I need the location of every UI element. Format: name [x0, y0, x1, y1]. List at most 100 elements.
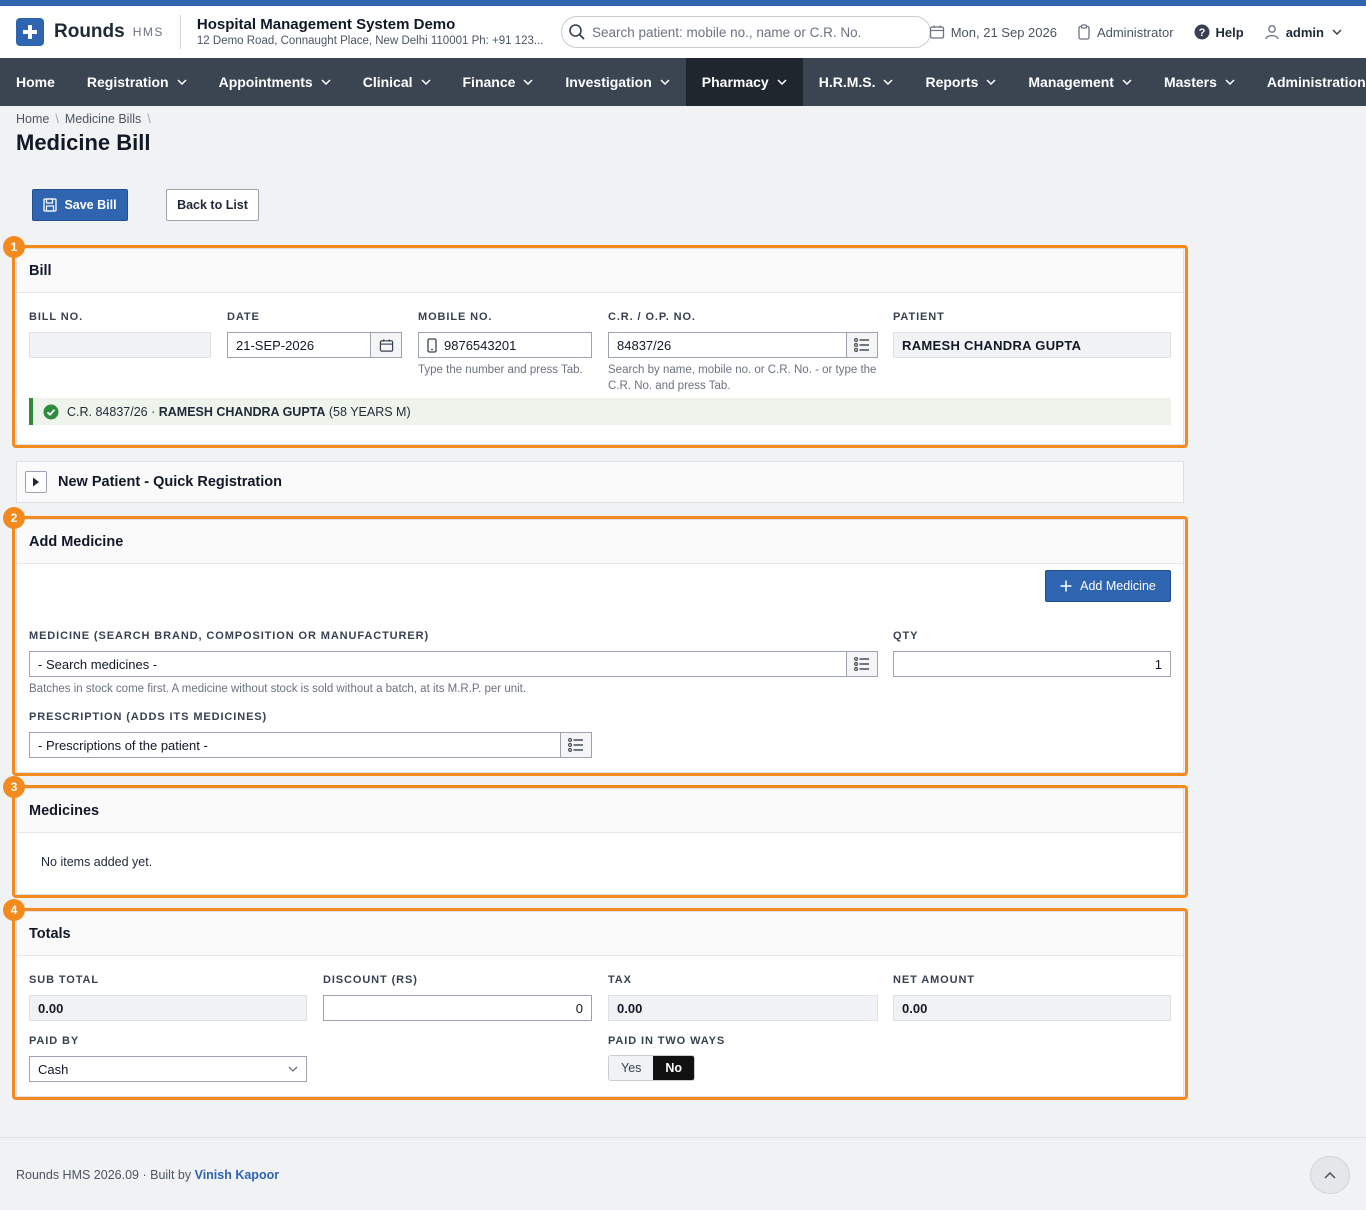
chevron-down-icon — [321, 79, 331, 85]
list-icon — [854, 338, 869, 352]
step-badge-4: 4 — [3, 899, 25, 921]
patient-search[interactable] — [561, 16, 931, 48]
nav-label[interactable]: Pharmacy — [702, 74, 769, 90]
prescription-list-button[interactable] — [560, 732, 592, 758]
nav-label[interactable]: Administration — [1267, 74, 1366, 90]
back-to-list-button[interactable]: Back to List — [166, 189, 259, 221]
nav-item-hrms[interactable]: H.R.M.S. — [803, 58, 910, 106]
nav-item-administration[interactable]: Administration — [1251, 58, 1366, 106]
nav-label[interactable]: Home — [16, 74, 55, 90]
prescription-field[interactable]: - Prescriptions of the patient - — [29, 732, 561, 758]
step-badge-1: 1 — [3, 236, 25, 258]
discount-value[interactable]: 0 — [576, 1001, 583, 1016]
tax-label: TAX — [608, 974, 632, 986]
nav-item-management[interactable]: Management — [1012, 58, 1148, 106]
medicine-search-field[interactable]: - Search medicines - — [29, 651, 847, 677]
breadcrumb-home[interactable]: Home — [16, 112, 49, 126]
nav-label[interactable]: Management — [1028, 74, 1114, 90]
footer-author-link[interactable]: Vinish Kapoor — [195, 1168, 280, 1182]
nav-item-appointments[interactable]: Appointments — [203, 58, 347, 106]
breadcrumb-medicine-bills[interactable]: Medicine Bills — [65, 112, 141, 126]
medicine-list-button[interactable] — [846, 651, 878, 677]
nav-item-clinical[interactable]: Clinical — [347, 58, 447, 106]
discount-field[interactable]: 0 — [323, 995, 592, 1021]
nav-item-home[interactable]: Home — [0, 58, 71, 106]
confirm-cr: C.R. 84837/26 · — [67, 404, 156, 419]
toggle-yes[interactable]: Yes — [609, 1056, 654, 1080]
list-icon — [568, 738, 583, 752]
help-text[interactable]: Help — [1216, 25, 1244, 40]
mobile-field[interactable]: 9876543201 — [418, 332, 592, 358]
user-menu[interactable]: admin — [1264, 24, 1348, 40]
cr-field[interactable]: 84837/26 — [608, 332, 847, 358]
nav-label[interactable]: Appointments — [219, 74, 313, 90]
nav-item-reports[interactable]: Reports — [909, 58, 1012, 106]
back-to-list-label[interactable]: Back to List — [177, 198, 248, 212]
plus-icon — [1060, 580, 1072, 592]
date-text: Mon, 21 Sep 2026 — [950, 24, 1057, 40]
quick-registration-panel[interactable]: New Patient - Quick Registration — [16, 461, 1184, 503]
nav-item-finance[interactable]: Finance — [447, 58, 550, 106]
nav-item-investigation[interactable]: Investigation — [549, 58, 685, 106]
nav-item-masters[interactable]: Masters — [1148, 58, 1251, 106]
date-value[interactable]: 21-SEP-2026 — [236, 338, 314, 353]
tax-value: 0.00 — [617, 1000, 643, 1016]
save-bill-button[interactable]: Save Bill — [32, 189, 128, 221]
add-medicine-button[interactable]: Add Medicine — [1045, 570, 1171, 602]
chevron-down-icon — [1332, 29, 1342, 35]
mobile-value[interactable]: 9876543201 — [444, 338, 516, 353]
prescription-placeholder[interactable]: - Prescriptions of the patient - — [38, 738, 208, 753]
sub-total-field: 0.00 — [29, 995, 307, 1021]
svg-text:?: ? — [1198, 27, 1205, 39]
brand-name[interactable]: Rounds — [54, 21, 125, 43]
cr-list-button[interactable] — [846, 332, 878, 358]
nav-label[interactable]: Registration — [87, 74, 169, 90]
nav-label[interactable]: H.R.M.S. — [819, 74, 876, 90]
paid-two-ways-toggle[interactable]: Yes No — [608, 1055, 696, 1081]
user-name[interactable]: admin — [1286, 25, 1324, 40]
add-medicine-label[interactable]: Add Medicine — [1080, 579, 1156, 593]
help-link[interactable]: ? Help — [1194, 24, 1244, 40]
hospital-info: Hospital Management System Demo 12 Demo … — [197, 16, 557, 49]
date-field[interactable]: 21-SEP-2026 — [227, 332, 371, 358]
medicines-empty-text: No items added yet. — [41, 855, 153, 869]
two-ways-label: PAID IN TWO WAYS — [608, 1035, 726, 1047]
chevron-down-icon — [1122, 79, 1132, 85]
sub-total-label: SUB TOTAL — [29, 974, 100, 986]
quick-registration-title[interactable]: New Patient - Quick Registration — [58, 474, 282, 490]
qty-value[interactable]: 1 — [1155, 657, 1162, 672]
header-role: Administrator — [1077, 24, 1174, 40]
nav-item-registration[interactable]: Registration — [71, 58, 203, 106]
nav-label[interactable]: Masters — [1164, 74, 1217, 90]
paid-by-value[interactable]: Cash — [38, 1062, 68, 1077]
qty-label: QTY — [893, 630, 919, 642]
save-icon — [43, 198, 58, 212]
medicine-hint: Batches in stock come first. A medicine … — [29, 683, 527, 695]
qty-field[interactable]: 1 — [893, 651, 1171, 677]
nav-label[interactable]: Clinical — [363, 74, 413, 90]
chevron-down-icon — [883, 79, 894, 85]
patient-label: PATIENT — [893, 311, 945, 323]
toggle-no[interactable]: No — [653, 1056, 695, 1080]
nav-label[interactable]: Investigation — [565, 74, 651, 90]
nav-label[interactable]: Finance — [463, 74, 516, 90]
medicines-title: Medicines — [17, 789, 1183, 833]
nav-item-pharmacy[interactable]: Pharmacy — [685, 58, 803, 106]
scroll-to-top-button[interactable] — [1310, 1156, 1350, 1194]
list-icon — [854, 657, 869, 671]
medicine-placeholder[interactable]: - Search medicines - — [38, 657, 157, 672]
confirm-name: RAMESH CHANDRA GUPTA — [158, 404, 326, 419]
nav-label[interactable]: Reports — [925, 74, 978, 90]
expand-button[interactable] — [25, 471, 47, 493]
paid-by-select[interactable]: Cash — [29, 1056, 307, 1082]
header-divider — [179, 15, 181, 49]
save-bill-label[interactable]: Save Bill — [64, 198, 116, 212]
cr-value[interactable]: 84837/26 — [617, 338, 671, 353]
header-date: Mon, 21 Sep 2026 — [929, 24, 1057, 40]
search-input[interactable] — [592, 24, 912, 40]
logo-icon[interactable] — [16, 18, 44, 46]
phone-icon — [427, 337, 437, 353]
date-picker-button[interactable] — [370, 332, 402, 358]
mobile-hint: Type the number and press Tab. — [418, 364, 583, 376]
page-title: Medicine Bill — [16, 130, 151, 155]
